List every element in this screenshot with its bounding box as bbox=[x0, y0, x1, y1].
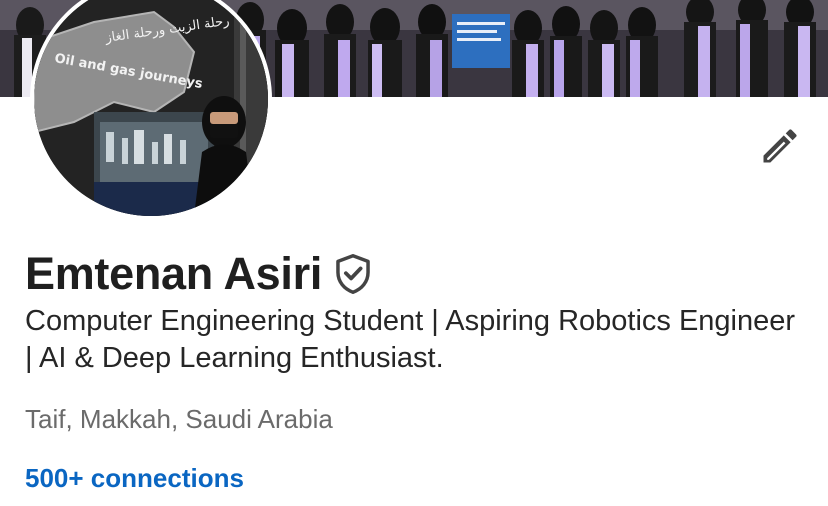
edit-profile-button[interactable] bbox=[754, 120, 806, 172]
name-row: Emtenan Asiri bbox=[25, 248, 374, 300]
verification-badge[interactable] bbox=[334, 252, 374, 296]
profile-name: Emtenan Asiri bbox=[25, 248, 323, 299]
profile-headline: Computer Engineering Student | Aspiring … bbox=[25, 305, 796, 374]
pencil-icon bbox=[763, 129, 797, 163]
avatar[interactable]: رحلة الزيت ورحلة الغاز Oil and gas journ… bbox=[30, 0, 272, 220]
connections-link[interactable]: 500+ connections bbox=[25, 461, 244, 495]
shield-check-icon bbox=[336, 254, 370, 294]
profile-photo: رحلة الزيت ورحلة الغاز Oil and gas journ… bbox=[34, 0, 268, 216]
profile-location: Taif, Makkah, Saudi Arabia bbox=[25, 404, 333, 434]
